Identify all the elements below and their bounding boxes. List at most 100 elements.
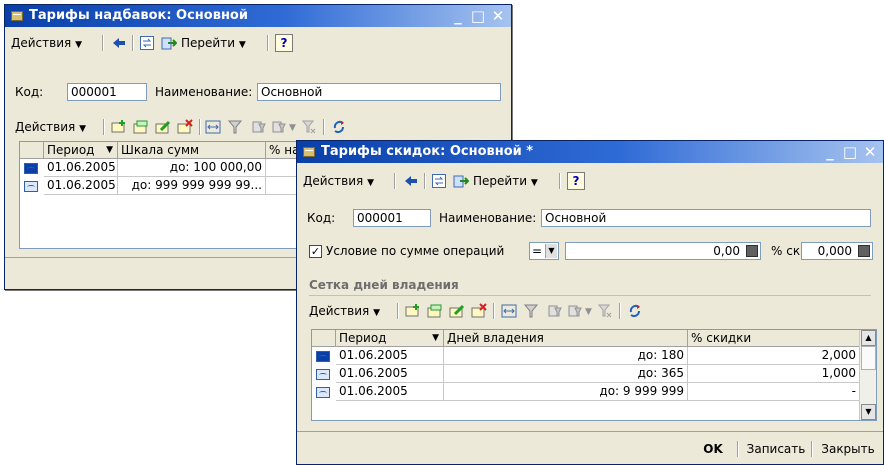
delete-row-icon[interactable] — [177, 119, 193, 135]
window-icon — [11, 11, 23, 21]
table-scrollbar[interactable]: ▲ ▼ — [859, 330, 876, 420]
table-toolbar: Действия ▼ ▼ — [297, 299, 883, 323]
cell-period[interactable]: 01.06.2005 — [44, 159, 118, 177]
copy-row-icon[interactable] — [133, 119, 149, 135]
cell-period[interactable]: 01.06.2005 — [44, 177, 118, 195]
close-button[interactable]: ✕ — [489, 5, 507, 27]
filter-value-icon[interactable] — [251, 119, 267, 135]
scroll-up-button[interactable]: ▲ — [861, 330, 876, 346]
cell-days[interactable]: до: 180 — [444, 347, 688, 365]
cell-discount[interactable]: - — [688, 383, 860, 401]
filter-value-icon[interactable] — [547, 303, 563, 319]
ok-button[interactable]: OK — [693, 438, 733, 460]
refresh-icon[interactable] — [139, 35, 155, 51]
move-icon[interactable] — [501, 303, 517, 319]
cell-period[interactable]: 01.06.2005 — [336, 365, 444, 383]
help-button[interactable]: ? — [275, 34, 293, 52]
title-bar[interactable]: Тарифы надбавок: Основной _ □ ✕ — [5, 5, 511, 27]
table-header-icon-column — [312, 330, 336, 347]
row-icon — [24, 181, 38, 192]
filter-dropdown-icon[interactable]: ▼ — [289, 123, 296, 133]
goto-menu[interactable]: Перейти ▼ — [181, 34, 246, 52]
operator-select[interactable]: = ▼ — [529, 242, 559, 260]
cell-days[interactable]: до: 9 999 999 — [444, 383, 688, 401]
condition-label: Условие по сумме операций — [326, 244, 505, 258]
code-label: Код: — [307, 211, 336, 225]
close-button[interactable]: ✕ — [861, 141, 879, 163]
table-actions-menu[interactable]: Действия ▼ — [15, 118, 86, 136]
cell-days[interactable]: до: 365 — [444, 365, 688, 383]
window-title: Тарифы надбавок: Основной — [29, 8, 248, 23]
goto-menu[interactable]: Перейти ▼ — [473, 172, 538, 190]
name-field[interactable]: Основной — [541, 209, 871, 227]
ownership-days-table[interactable]: Период ▼ Дней владения % скидки 01.06.20… — [311, 329, 877, 421]
clear-filter-icon[interactable] — [301, 119, 317, 135]
table-header-discount[interactable]: % скидки — [688, 330, 860, 347]
section-divider — [309, 295, 871, 296]
name-label: Наименование: — [155, 85, 253, 99]
cell-scale[interactable]: до: 100 000,00 — [118, 159, 266, 177]
refresh-icon[interactable] — [431, 173, 447, 189]
cell-discount[interactable]: 2,000 — [688, 347, 860, 365]
row-icon — [24, 163, 38, 174]
table-actions-menu[interactable]: Действия ▼ — [309, 302, 380, 320]
save-button[interactable]: Записать — [743, 438, 809, 460]
main-toolbar: Действия ▼ Перейти ▼ ? — [5, 31, 511, 55]
filter-dropdown-icon[interactable]: ▼ — [585, 307, 592, 317]
window-title: Тарифы скидок: Основной * — [321, 144, 534, 159]
section-title: Сетка дней владения — [309, 278, 459, 292]
row-icon — [316, 351, 330, 362]
refresh-list-icon[interactable] — [331, 119, 347, 135]
cell-period[interactable]: 01.06.2005 — [336, 347, 444, 365]
maximize-button[interactable]: □ — [469, 5, 487, 27]
table-toolbar: Действия ▼ ▼ — [5, 115, 511, 139]
help-button[interactable]: ? — [567, 172, 585, 190]
table-header-days[interactable]: Дней владения — [444, 330, 688, 347]
cell-scale[interactable]: до: 999 999 999 99... — [118, 177, 266, 195]
main-toolbar: Действия ▼ Перейти ▼ ? — [297, 169, 883, 193]
code-label: Код: — [15, 85, 44, 99]
edit-row-icon[interactable] — [155, 119, 171, 135]
code-field[interactable]: 000001 — [67, 83, 147, 101]
back-arrow-icon[interactable] — [403, 173, 419, 189]
cell-discount[interactable]: 1,000 — [688, 365, 860, 383]
calculator-icon[interactable] — [746, 245, 758, 257]
window-discount-tariffs: Тарифы скидок: Основной * _ □ ✕ Действия… — [296, 140, 884, 465]
edit-row-icon[interactable] — [449, 303, 465, 319]
calculator-icon[interactable] — [858, 245, 870, 257]
minimize-button[interactable]: _ — [449, 5, 467, 27]
table-header-period[interactable]: Период ▼ — [336, 330, 444, 347]
table-header-period[interactable]: Период ▼ — [44, 142, 118, 159]
maximize-button[interactable]: □ — [841, 141, 859, 163]
delete-row-icon[interactable] — [471, 303, 487, 319]
cell-period[interactable]: 01.06.2005 — [336, 383, 444, 401]
filter-icon[interactable] — [523, 303, 539, 319]
code-field[interactable]: 000001 — [353, 209, 431, 227]
back-arrow-icon[interactable] — [111, 35, 127, 51]
actions-menu[interactable]: Действия ▼ — [11, 34, 82, 52]
scroll-thumb[interactable] — [861, 346, 876, 370]
goto-icon[interactable] — [453, 173, 469, 189]
row-icon — [316, 387, 330, 398]
copy-row-icon[interactable] — [427, 303, 443, 319]
minimize-button[interactable]: _ — [821, 141, 839, 163]
goto-icon[interactable] — [161, 35, 177, 51]
filter-list-icon[interactable] — [271, 119, 287, 135]
actions-menu[interactable]: Действия ▼ — [303, 172, 374, 190]
amount-field[interactable]: 0,00 — [565, 242, 761, 260]
filter-icon[interactable] — [227, 119, 243, 135]
table-header-scale[interactable]: Шкала сумм — [118, 142, 266, 159]
scroll-down-button[interactable]: ▼ — [861, 404, 876, 420]
condition-checkbox[interactable]: ✓ — [309, 245, 322, 258]
add-row-icon[interactable] — [405, 303, 421, 319]
refresh-list-icon[interactable] — [627, 303, 643, 319]
title-bar[interactable]: Тарифы скидок: Основной * _ □ ✕ — [297, 141, 883, 163]
move-icon[interactable] — [205, 119, 221, 135]
add-row-icon[interactable] — [111, 119, 127, 135]
discount-field[interactable]: 0,000 — [801, 242, 873, 260]
close-window-button[interactable]: Закрыть — [817, 438, 879, 460]
name-field[interactable]: Основной — [257, 83, 501, 101]
clear-filter-icon[interactable] — [597, 303, 613, 319]
bottom-divider — [297, 431, 883, 432]
filter-list-icon[interactable] — [567, 303, 583, 319]
